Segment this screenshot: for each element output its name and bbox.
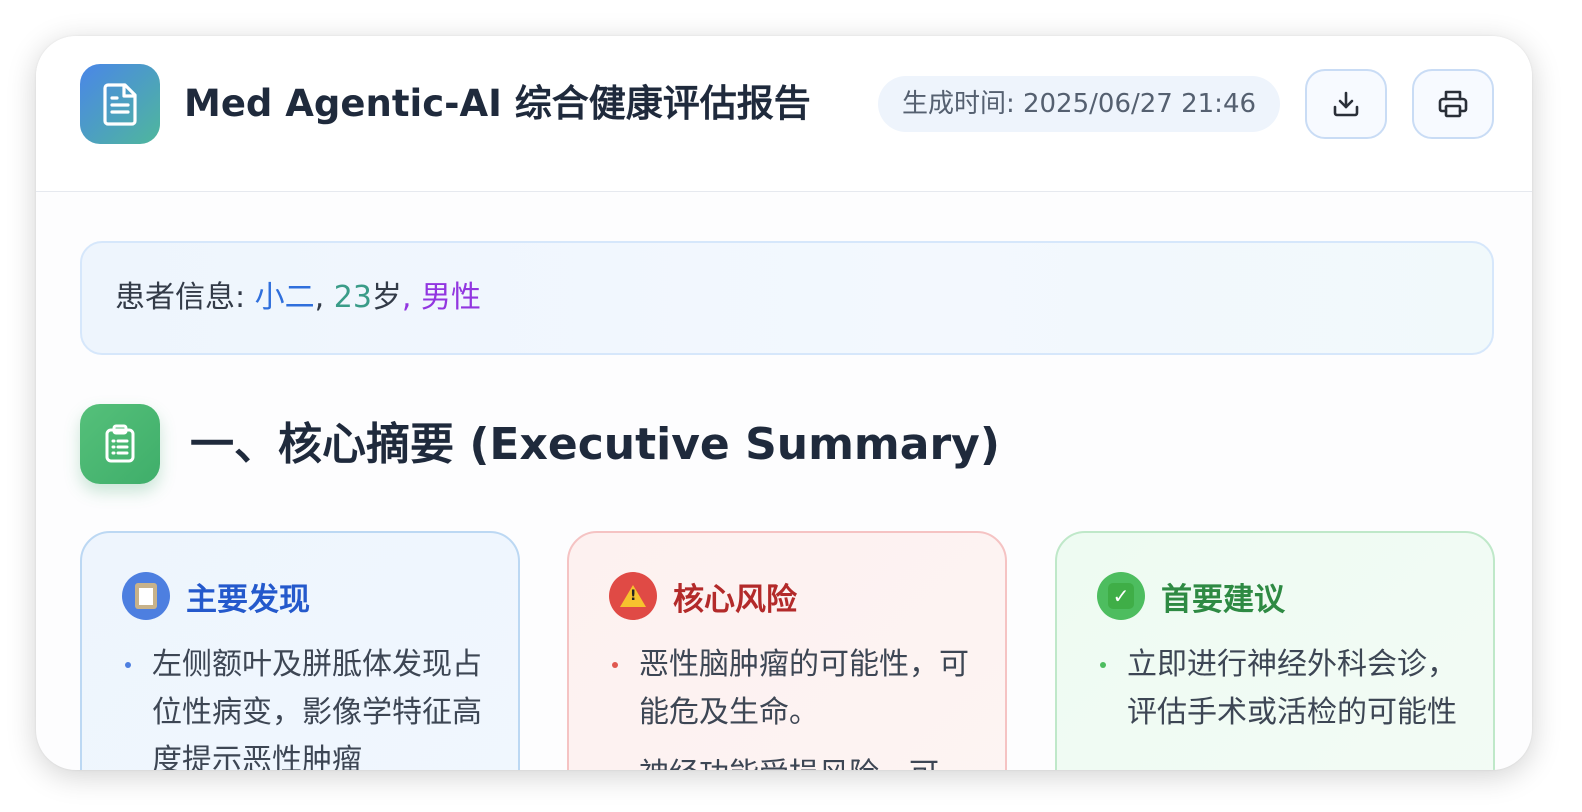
check-box-icon: ✓: [1097, 572, 1145, 620]
clipboard-emoji-icon: [122, 572, 170, 620]
report-title: Med Agentic-AI 综合健康评估报告: [184, 82, 811, 125]
patient-info-banner: 患者信息: 小二, 23岁, 男性: [80, 241, 1494, 355]
report-card: Med Agentic-AI 综合健康评估报告 生成时间: 2025/06/27…: [36, 36, 1532, 770]
download-button[interactable]: [1305, 69, 1387, 139]
print-button[interactable]: [1412, 69, 1494, 139]
findings-panel: 主要发现 左侧额叶及胼胝体发现占位性病变，影像学特征高度提示恶性肿瘤: [80, 531, 520, 770]
recommendations-panel-header: ✓ 首要建议: [1097, 571, 1493, 621]
list-item: 立即进行神经外科会诊，评估手术或活检的可能性: [1097, 641, 1457, 737]
list-item: 神经功能受损风险，可: [609, 751, 969, 770]
findings-panel-header: 主要发现: [122, 571, 518, 621]
report-header: Med Agentic-AI 综合健康评估报告 生成时间: 2025/06/27…: [36, 36, 1532, 192]
recommendations-list: 立即进行神经外科会诊，评估手术或活检的可能性: [1097, 641, 1493, 737]
recommendations-panel: ✓ 首要建议 立即进行神经外科会诊，评估手术或活检的可能性: [1055, 531, 1495, 770]
warning-icon: !: [609, 572, 657, 620]
printer-icon: [1438, 90, 1468, 118]
risks-title: 核心风险: [673, 581, 797, 618]
risks-list: 恶性脑肿瘤的可能性，可能危及生命。 神经功能受损风险，可: [609, 641, 1005, 770]
patient-separator: ,: [314, 280, 334, 315]
patient-age-unit: 岁: [371, 280, 402, 315]
patient-info-label: 患者信息:: [115, 280, 255, 315]
download-icon: [1333, 91, 1359, 117]
risks-panel-header: ! 核心风险: [609, 571, 1005, 621]
patient-age: 23: [333, 280, 372, 315]
recommendations-title: 首要建议: [1161, 581, 1285, 618]
list-item: 左侧额叶及胼胝体发现占位性病变，影像学特征高度提示恶性肿瘤: [122, 641, 482, 770]
findings-title: 主要发现: [186, 581, 310, 618]
patient-sex: , 男性: [401, 280, 481, 315]
findings-list: 左侧额叶及胼胝体发现占位性病变，影像学特征高度提示恶性肿瘤: [122, 641, 518, 770]
generated-time-badge: 生成时间: 2025/06/27 21:46: [878, 76, 1280, 132]
patient-name: 小二: [254, 280, 315, 315]
risks-panel: ! 核心风险 恶性脑肿瘤的可能性，可能危及生命。 神经功能受损风险，可: [567, 531, 1007, 770]
section-title-summary: 一、核心摘要 (Executive Summary): [190, 419, 1000, 470]
list-item: 恶性脑肿瘤的可能性，可能危及生命。: [609, 641, 969, 737]
clipboard-icon: [80, 404, 160, 484]
document-icon: [80, 64, 160, 144]
